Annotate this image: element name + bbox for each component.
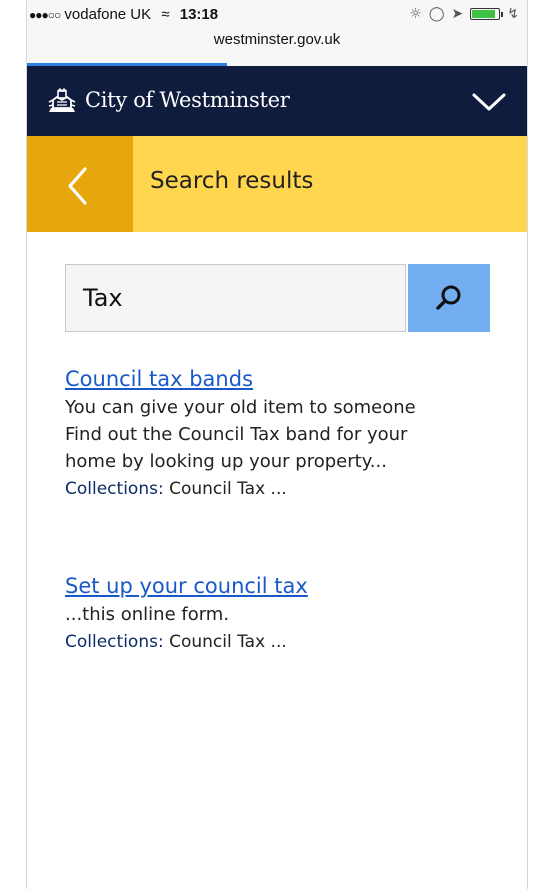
search-result: Set up your council tax ...this online f… — [65, 571, 505, 656]
status-right: ☼ ◯ ➤ ↯ — [409, 6, 519, 22]
page-title-bar: Search results — [27, 136, 527, 232]
battery-level — [472, 10, 496, 18]
search-input[interactable]: Tax — [65, 264, 406, 332]
result-title-link[interactable]: Council tax bands — [65, 364, 505, 394]
wifi-icon: ≈ — [161, 6, 170, 23]
brightness-icon: ☼ — [409, 6, 422, 22]
result-collections: Collections: Council Tax ... — [65, 475, 505, 503]
clock: 13:18 — [179, 6, 219, 23]
status-bar: ●●●○○ vodafone UK ≈ 13:18 ☼ ◯ ➤ ↯ westmi… — [27, 0, 527, 66]
rotation-lock-icon: ◯ — [428, 6, 445, 22]
search-icon — [436, 285, 461, 310]
charging-icon: ↯ — [507, 6, 519, 22]
phone-screen: ●●●○○ vodafone UK ≈ 13:18 ☼ ◯ ➤ ↯ westmi… — [26, 0, 528, 889]
collections-label: Collections: — [65, 632, 164, 652]
collections-value: Council Tax ... — [169, 632, 287, 652]
site-header: City of Westminster — [27, 66, 527, 136]
chevron-left-icon — [68, 167, 87, 205]
result-collections: Collections: Council Tax ... — [65, 628, 505, 656]
result-snippet-line: You can give your old item to someone — [65, 397, 416, 418]
page-title: Search results — [150, 168, 314, 194]
site-brand-name[interactable]: City of Westminster — [85, 88, 290, 112]
collections-label: Collections: — [65, 479, 164, 499]
westminster-crest-icon — [48, 88, 76, 112]
status-left: ●●●○○ vodafone UK ≈ 13:18 — [29, 6, 218, 23]
collections-value: Council Tax ... — [169, 479, 287, 499]
result-snippet-line: ...this online form. — [65, 604, 230, 625]
carrier-name: vodafone UK — [64, 6, 152, 23]
signal-strength: ●●●○○ — [29, 8, 61, 22]
result-title-link[interactable]: Set up your council tax — [65, 571, 505, 601]
result-snippet-line: home by looking up your property... — [65, 451, 387, 472]
back-button[interactable] — [27, 136, 133, 232]
result-snippet-line: Find out the Council Tax band for your — [65, 424, 408, 445]
search-button[interactable] — [408, 264, 490, 332]
battery-icon — [470, 8, 504, 20]
search-result: Council tax bands You can give your old … — [65, 364, 505, 503]
address-bar-url[interactable]: westminster.gov.uk — [27, 31, 527, 48]
chevron-down-icon[interactable] — [471, 84, 507, 120]
location-icon: ➤ — [451, 6, 464, 22]
